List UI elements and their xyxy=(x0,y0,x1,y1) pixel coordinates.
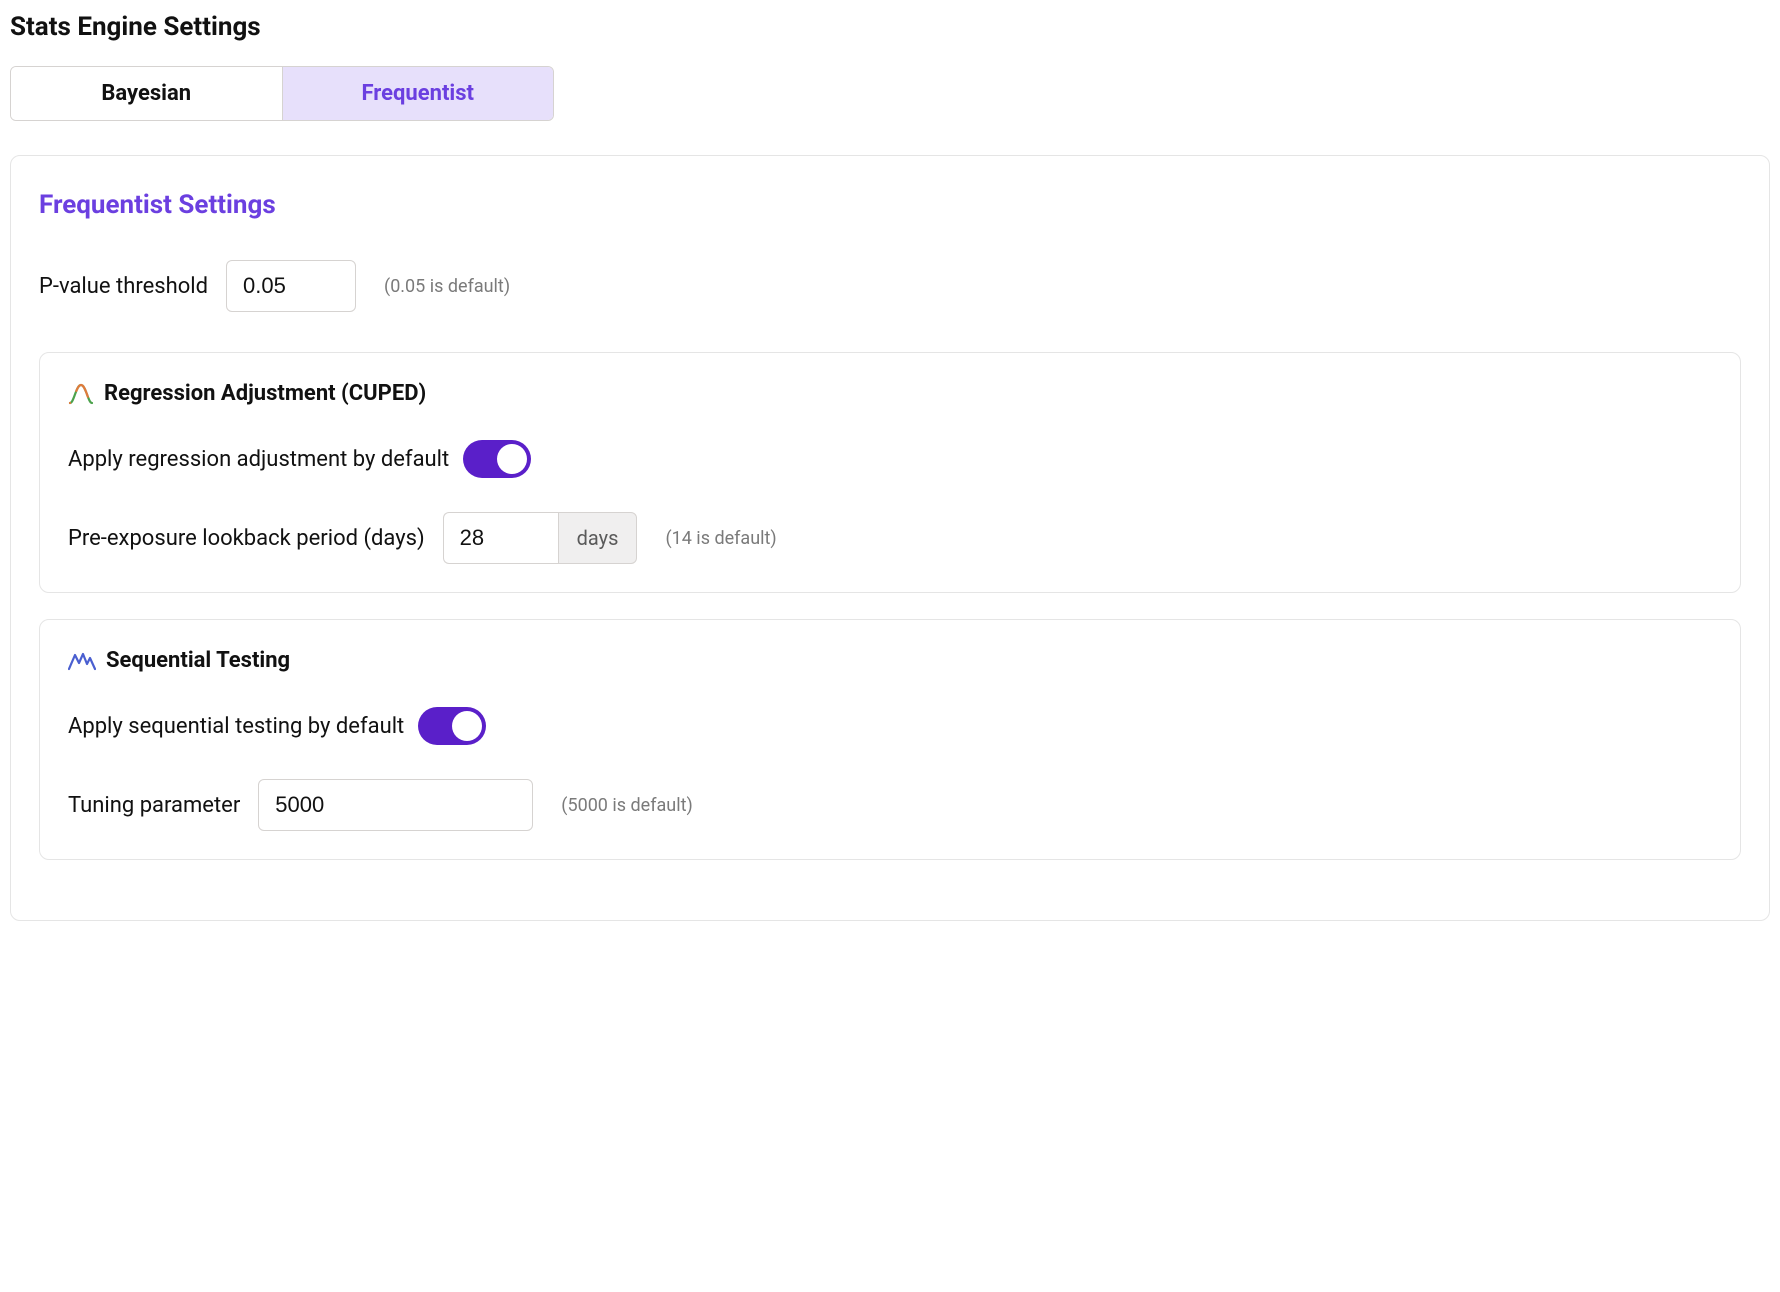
lookback-row: Pre-exposure lookback period (days) days… xyxy=(68,512,1712,564)
sequential-toggle[interactable] xyxy=(418,707,486,745)
sequential-toggle-label: Apply sequential testing by default xyxy=(68,714,404,739)
tab-bayesian[interactable]: Bayesian xyxy=(11,67,282,120)
tuning-input[interactable] xyxy=(258,779,533,831)
sequential-header: Sequential Testing xyxy=(68,648,1712,673)
toggle-knob xyxy=(452,711,482,741)
panel-title: Frequentist Settings xyxy=(39,190,1741,220)
bell-curve-icon xyxy=(68,383,94,405)
regression-toggle-label: Apply regression adjustment by default xyxy=(68,447,449,472)
lookback-unit: days xyxy=(558,512,638,564)
toggle-knob xyxy=(497,444,527,474)
pvalue-threshold-label: P-value threshold xyxy=(39,274,208,299)
regression-adjustment-panel: Regression Adjustment (CUPED) Apply regr… xyxy=(39,352,1741,593)
tuning-hint: (5000 is default) xyxy=(561,795,692,816)
mountains-icon xyxy=(68,650,96,672)
sequential-toggle-row: Apply sequential testing by default xyxy=(68,707,1712,745)
sequential-testing-panel: Sequential Testing Apply sequential test… xyxy=(39,619,1741,860)
lookback-hint: (14 is default) xyxy=(665,528,776,549)
tuning-row: Tuning parameter (5000 is default) xyxy=(68,779,1712,831)
pvalue-threshold-row: P-value threshold (0.05 is default) xyxy=(39,260,1741,312)
page-title: Stats Engine Settings xyxy=(10,12,1770,42)
pvalue-threshold-input[interactable] xyxy=(226,260,356,312)
stats-engine-tabs: Bayesian Frequentist xyxy=(10,66,554,121)
tuning-label: Tuning parameter xyxy=(68,793,240,818)
sequential-title: Sequential Testing xyxy=(106,648,290,673)
tab-frequentist[interactable]: Frequentist xyxy=(282,67,554,120)
frequentist-settings-panel: Frequentist Settings P-value threshold (… xyxy=(10,155,1770,921)
regression-title: Regression Adjustment (CUPED) xyxy=(104,381,426,406)
pvalue-threshold-hint: (0.05 is default) xyxy=(384,276,510,297)
lookback-input-group: days xyxy=(443,512,638,564)
regression-toggle[interactable] xyxy=(463,440,531,478)
regression-toggle-row: Apply regression adjustment by default xyxy=(68,440,1712,478)
lookback-input[interactable] xyxy=(443,512,558,564)
regression-header: Regression Adjustment (CUPED) xyxy=(68,381,1712,406)
lookback-label: Pre-exposure lookback period (days) xyxy=(68,526,425,551)
